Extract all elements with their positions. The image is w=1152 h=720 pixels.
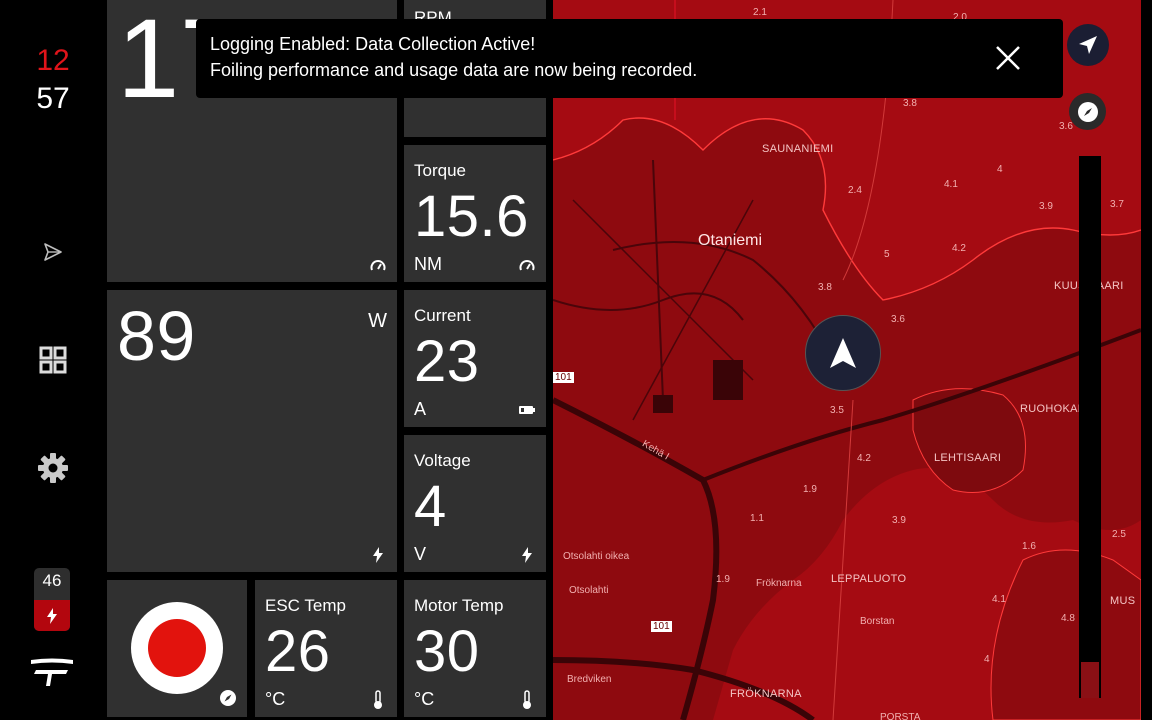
current-value: 23 — [414, 329, 480, 394]
record-button[interactable] — [131, 602, 223, 694]
depth-label: 4 — [984, 654, 990, 665]
esc-temp-value: 26 — [265, 619, 331, 684]
record-dot — [148, 619, 206, 677]
power-unit: W — [368, 310, 387, 332]
depth-label: 2.4 — [848, 185, 862, 196]
map-label: Borstan — [860, 616, 895, 627]
map-label: Otsolahti oikea — [563, 551, 630, 562]
record-tile[interactable] — [107, 580, 247, 717]
clock-hours: 12 — [36, 44, 70, 77]
zoom-slider-thumb[interactable] — [1081, 662, 1099, 698]
map-label: PORSTA — [880, 712, 921, 720]
notification-message: Foiling performance and usage data are n… — [210, 60, 698, 80]
map-label: MUS — [1110, 595, 1136, 607]
depth-label: 1.9 — [803, 484, 817, 495]
battery-indicator: 46 — [34, 568, 70, 631]
current-label: Current — [414, 306, 471, 325]
depth-label: 3.9 — [892, 515, 906, 526]
map-label: Fröknarna — [756, 578, 802, 589]
map-label: SAUNANIEMI — [762, 143, 834, 155]
sidebar: 12 57 46 — [0, 0, 106, 720]
notification-title: Logging Enabled: Data Collection Active! — [210, 34, 536, 54]
depth-label: 2.1 — [753, 7, 767, 18]
power-tile[interactable]: 89 W — [107, 290, 397, 572]
voltage-unit: V — [414, 544, 427, 564]
depth-label: 3.8 — [903, 98, 917, 109]
map-label-otaniemi: Otaniemi — [698, 232, 763, 249]
close-icon[interactable] — [993, 43, 1023, 73]
settings-gear-icon[interactable] — [33, 448, 73, 488]
voltage-label: Voltage — [414, 451, 471, 470]
current-tile[interactable]: Current 23 A — [404, 290, 546, 427]
depth-label: 4.1 — [944, 179, 958, 190]
depth-label: 1.6 — [1022, 541, 1036, 552]
depth-label: 2.5 — [1112, 529, 1126, 540]
motor-temp-label: Motor Temp — [414, 596, 504, 615]
lightning-icon — [34, 600, 70, 631]
depth-label: 3.5 — [830, 405, 844, 416]
recenter-location-button[interactable] — [1067, 24, 1109, 66]
depth-label: 4.2 — [857, 453, 871, 464]
depth-label: 5 — [884, 249, 890, 260]
road-number-label: 101 — [651, 621, 672, 632]
esc-temp-tile[interactable]: ESC Temp 26 °C — [255, 580, 397, 717]
depth-label: 4 — [997, 164, 1003, 175]
compass-icon — [1077, 101, 1098, 122]
depth-label: 3.9 — [1039, 201, 1053, 212]
clock-minutes: 57 — [36, 82, 70, 115]
map-label: Otsolahti — [569, 585, 609, 596]
boat-position-marker — [805, 315, 881, 391]
map-label: Bredviken — [567, 674, 612, 685]
current-unit: A — [414, 399, 427, 419]
speedometer-icon — [369, 256, 387, 274]
battery-icon — [518, 401, 536, 419]
thermometer-icon — [518, 690, 536, 709]
lightning-icon — [518, 546, 536, 564]
torque-label: Torque — [414, 161, 466, 180]
compass-button[interactable] — [1069, 93, 1106, 130]
motor-temp-tile[interactable]: Motor Temp 30 °C — [404, 580, 546, 717]
zoom-slider[interactable] — [1079, 156, 1101, 698]
compass-icon — [219, 689, 237, 707]
road-number-label: 101 — [553, 372, 574, 383]
dashboard-grid-icon[interactable] — [33, 340, 73, 380]
voltage-tile[interactable]: Voltage 4 V — [404, 435, 546, 572]
esc-temp-label: ESC Temp — [265, 596, 346, 615]
thermometer-icon — [369, 690, 387, 709]
voltage-value: 4 — [414, 474, 447, 539]
depth-label: 4.1 — [992, 594, 1006, 605]
logging-notification: Logging Enabled: Data Collection Active!… — [196, 19, 1063, 98]
location-arrow-icon — [1079, 36, 1097, 54]
torque-value: 15.6 — [414, 184, 529, 249]
navigate-icon[interactable] — [33, 232, 73, 272]
map-label: LEPPALUOTO — [831, 573, 907, 585]
battery-level: 46 — [42, 571, 62, 590]
speedometer-icon — [518, 256, 536, 274]
depth-label: 4.2 — [952, 243, 966, 254]
depth-label: 3.7 — [1110, 199, 1124, 210]
depth-label: 1.1 — [750, 513, 764, 524]
map-view[interactable]: Otaniemi SAUNANIEMI KUUSISAARI RUOHOKARI… — [553, 0, 1141, 720]
map-label: FRÖKNARNA — [730, 688, 802, 700]
map-label: LEHTISAARI — [934, 452, 1002, 464]
depth-label: 1.9 — [716, 574, 730, 585]
motor-temp-value: 30 — [414, 619, 480, 684]
depth-label: 3.6 — [891, 314, 905, 325]
motor-temp-unit: °C — [414, 689, 435, 709]
brand-logo — [30, 657, 74, 692]
power-value: 89 — [117, 297, 196, 375]
depth-label: 3.6 — [1059, 121, 1073, 132]
esc-temp-unit: °C — [265, 689, 286, 709]
map-edge — [1141, 0, 1152, 720]
lightning-icon — [369, 546, 387, 564]
torque-unit: NM — [414, 254, 442, 274]
torque-tile[interactable]: Torque 15.6 NM — [404, 145, 546, 282]
depth-label: 4.8 — [1061, 613, 1075, 624]
depth-label: 3.8 — [818, 282, 832, 293]
